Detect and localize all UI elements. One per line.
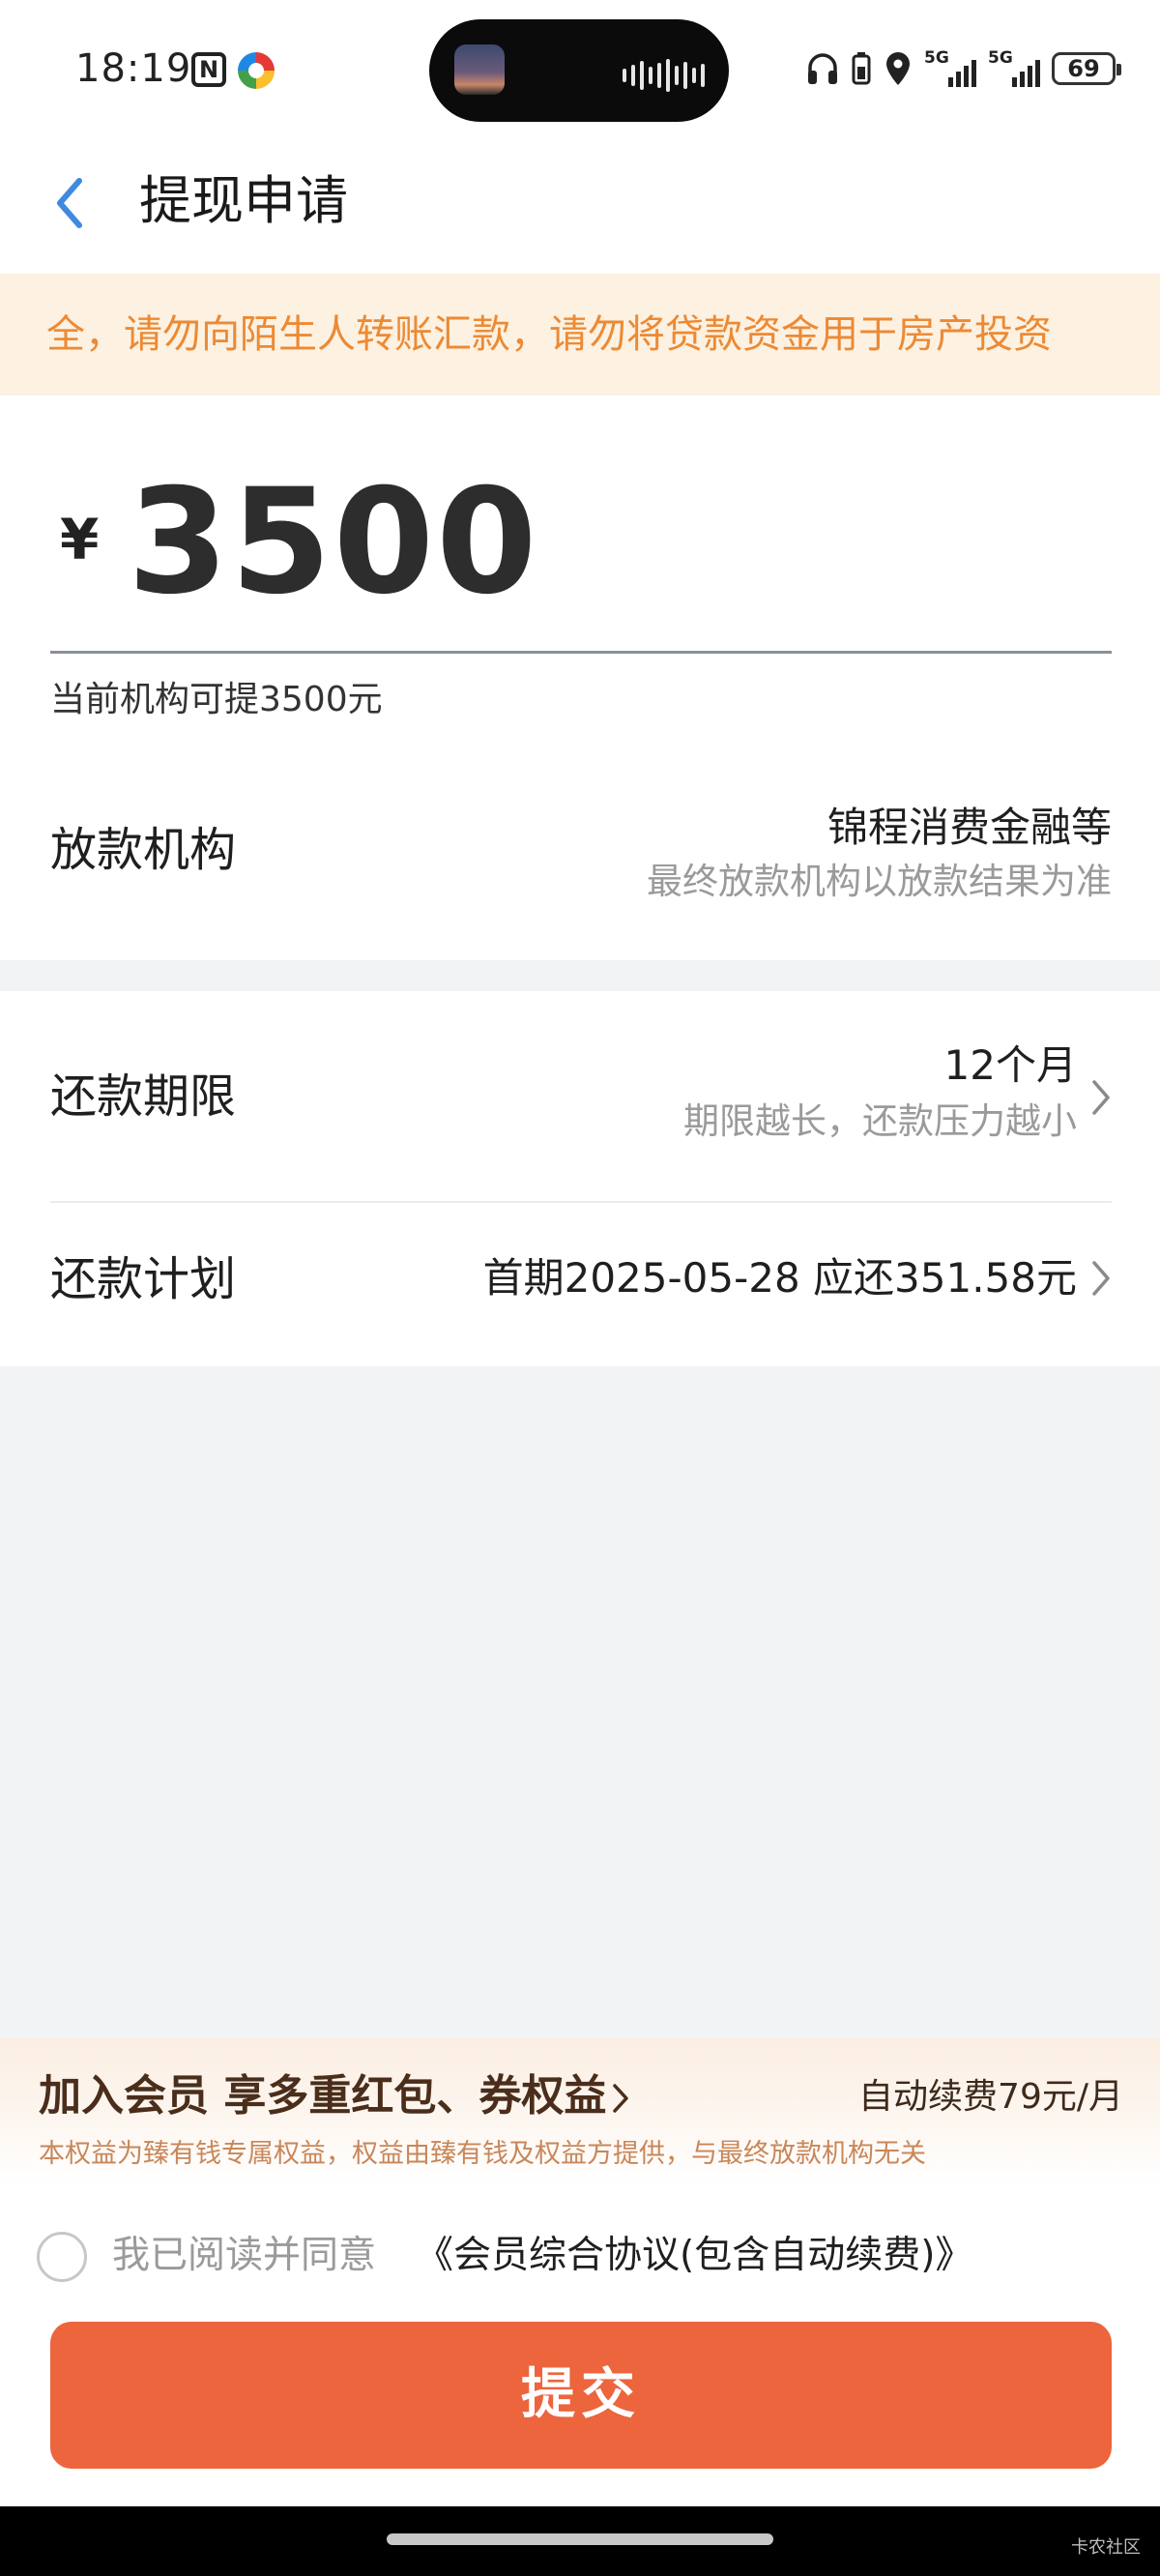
system-nav-bar: 卡农社区 [0,2506,1160,2576]
status-icons: 5G 5G 69 [806,46,1121,91]
term-value[interactable]: 12个月 [944,1039,1077,1092]
currency-symbol: ¥ [60,507,100,572]
agreement-link[interactable]: 《会员综合协议(包含自动续费)》 [416,2228,972,2284]
lender-label: 放款机构 [50,823,237,877]
media-thumbnail [454,44,505,95]
plan-value[interactable]: 首期2025-05-28 应还351.58元 [483,1252,1077,1304]
risk-notice-banner: 全，请勿向陌生人转账汇款，请勿将贷款资金用于房产投资 [0,274,1160,395]
home-indicator[interactable] [387,2533,773,2545]
plan-chevron-right-icon[interactable] [1090,1259,1112,1298]
location-icon [886,52,910,85]
dynamic-island[interactable] [429,19,729,122]
available-amount-text: 当前机构可提3500元 [50,680,383,719]
agreement-row: 我已阅读并同意 《会员综合协议(包含自动续费)》 [37,2218,1123,2296]
nfc-icon: N [191,52,226,87]
app-notification-icon [238,52,275,89]
signal-icon-1: 5G [924,48,976,89]
amount-card: ¥ 3500 当前机构可提3500元 放款机构 锦程消费金融等 最终放款机构以放… [0,395,1160,960]
membership-note: 本权益为臻有钱专属权益，权益由臻有钱及权益方提供，与最终放款机构无关 [39,2139,926,2169]
row-divider [50,1201,1112,1203]
submit-button[interactable]: 提交 [50,2322,1112,2469]
status-time: 18:19 [75,46,192,91]
notice-text: 全，请勿向陌生人转账汇款，请勿将贷款资金用于房产投资 [46,312,1052,357]
page-title: 提现申请 [139,170,348,231]
battery-saver-icon [852,52,871,85]
membership-chevron-right-icon [613,2084,629,2113]
back-icon[interactable] [46,169,95,237]
lender-note: 最终放款机构以放款结果为准 [647,861,1112,902]
headphones-icon [808,53,837,84]
amount-input[interactable]: 3500 [128,455,538,629]
battery-icon: 69 [1052,52,1121,85]
status-bar: 18:19 N 5G 5G 69 [0,0,1160,140]
bottom-panel: 加入会员 享多重红包、券权益 自动续费79元/月 本权益为臻有钱专属权益，权益由… [0,2038,1160,2506]
app-header: 提现申请 [0,140,1160,274]
amount-underline [50,651,1112,654]
audio-waveform-icon [623,59,705,92]
watermark: 卡农社区 [1071,2537,1141,2558]
membership-strip[interactable]: 加入会员 享多重红包、券权益 自动续费79元/月 本权益为臻有钱专属权益，权益由… [0,2038,1160,2183]
term-label: 还款期限 [50,1069,237,1124]
membership-title-text: 加入会员 享多重红包、券权益 [39,2071,607,2121]
lender-value: 锦程消费金融等 [826,804,1112,851]
term-chevron-right-icon[interactable] [1090,1078,1112,1117]
signal-icon-2: 5G [988,48,1040,89]
plan-label: 还款计划 [50,1252,237,1306]
membership-fee: 自动续费79元/月 [858,2077,1123,2117]
repayment-card: 还款期限 12个月 期限越长，还款压力越小 还款计划 首期2025-05-28 … [0,991,1160,1366]
membership-title[interactable]: 加入会员 享多重红包、券权益 [39,2067,629,2125]
agreement-prefix: 我已阅读并同意 [112,2234,377,2277]
term-note: 期限越长，还款压力越小 [683,1100,1077,1142]
agreement-checkbox[interactable] [37,2232,87,2282]
